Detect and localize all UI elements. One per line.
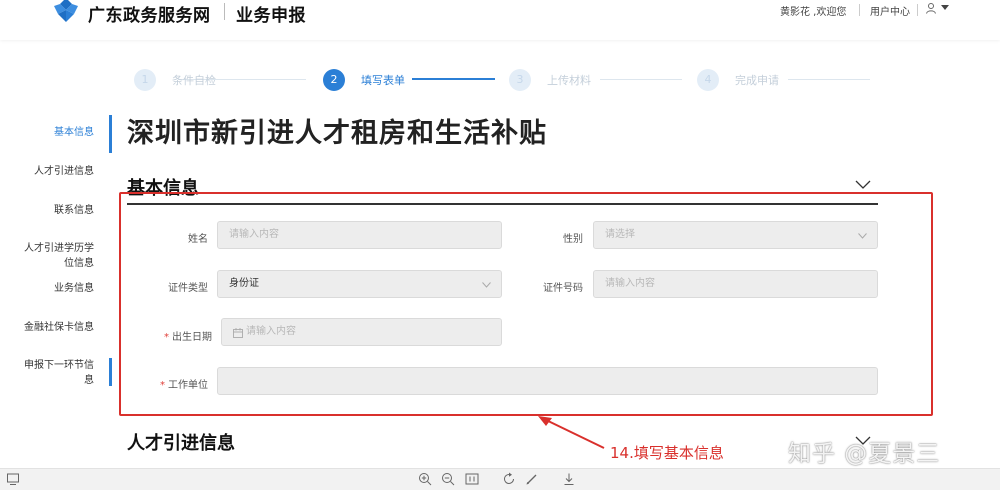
sidebar-item-contact-info[interactable]: 联系信息 <box>14 203 94 218</box>
zoom-out-icon[interactable] <box>441 472 455 486</box>
edit-pen-icon[interactable] <box>525 472 539 486</box>
actual-size-icon[interactable] <box>465 472 479 486</box>
step-connector-active <box>412 78 495 80</box>
user-icon[interactable] <box>925 2 937 14</box>
header-divider <box>859 4 860 16</box>
caret-down-icon[interactable] <box>941 5 949 11</box>
sidebar-item-business-info[interactable]: 业务信息 <box>14 281 94 296</box>
step-connector <box>788 79 870 80</box>
sidebar-item-talent-info[interactable]: 人才引进信息 <box>14 164 94 179</box>
brand-name[interactable]: 广东政务服务网 <box>88 1 211 26</box>
step-connector <box>600 79 682 80</box>
chevron-down-icon[interactable] <box>855 180 871 190</box>
sidebar-item-education-info[interactable]: 人才引进学历学位信息 <box>18 241 94 271</box>
guangdong-logo-icon[interactable] <box>52 0 80 22</box>
step-label: 上传材料 <box>547 74 591 87</box>
page-title: 深圳市新引进人才租房和生活补贴 <box>127 118 547 149</box>
sidebar-active-indicator <box>109 115 112 153</box>
screen-icon[interactable] <box>6 472 20 486</box>
sidebar-indicator <box>109 358 112 386</box>
step-label: 条件自检 <box>172 74 216 87</box>
step-number: 4 <box>697 69 719 91</box>
image-viewer-toolbar <box>0 468 1000 490</box>
zoom-in-icon[interactable] <box>418 472 432 486</box>
step-label: 完成申请 <box>735 74 779 87</box>
rotate-icon[interactable] <box>502 472 516 486</box>
watermark: 知乎 @夏景三 <box>788 441 941 467</box>
user-center-link[interactable]: 用户中心 <box>870 3 910 18</box>
sidebar-item-social-card-info[interactable]: 金融社保卡信息 <box>14 320 94 335</box>
step-number: 1 <box>134 69 156 91</box>
step-number: 2 <box>323 69 345 91</box>
download-icon[interactable] <box>562 472 576 486</box>
sidebar-item-basic-info[interactable]: 基本信息 <box>14 125 94 140</box>
top-header: 广东政务服务网 业务申报 黄影花 ,欢迎您 用户中心 <box>0 0 1000 40</box>
user-greeting: 黄影花 ,欢迎您 <box>780 7 847 18</box>
header-divider <box>917 4 918 16</box>
step-number: 3 <box>509 69 531 91</box>
brand-divider <box>224 3 225 20</box>
step-label: 填写表单 <box>361 74 405 87</box>
annotation-label: 14.填写基本信息 <box>610 444 724 462</box>
section-title-talent: 人才引进信息 <box>127 433 235 454</box>
annotation-arrow-icon <box>538 416 605 449</box>
annotation-highlight-box <box>119 192 933 416</box>
brand-subtitle: 业务申报 <box>236 6 306 26</box>
sidebar-item-next-step-info[interactable]: 申报下一环节信息 <box>18 358 94 388</box>
